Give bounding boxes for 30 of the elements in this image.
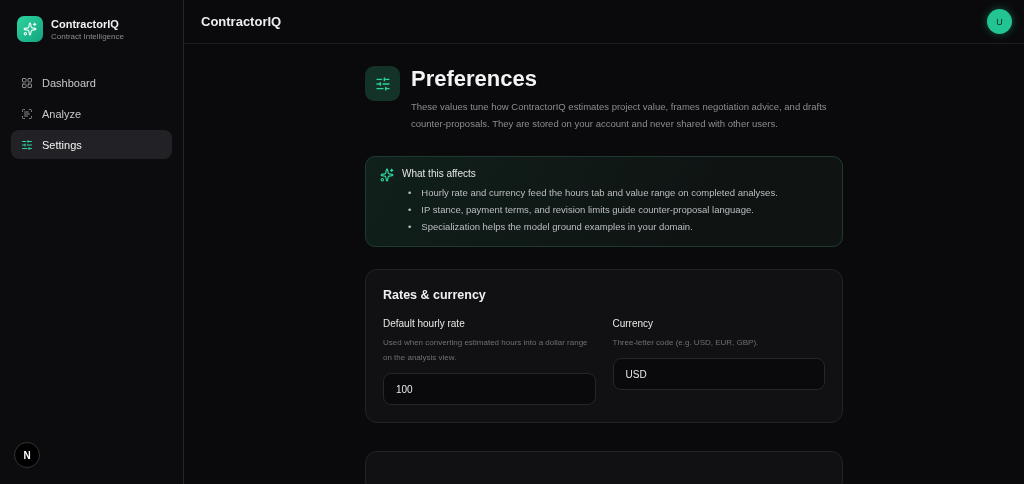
field-help: Used when converting estimated hours into a dollar range on the analysis view. bbox=[383, 337, 589, 364]
sliders-icon bbox=[365, 66, 400, 101]
info-title: What this affects bbox=[402, 168, 477, 179]
nav-item[interactable]: Settings bbox=[11, 130, 172, 159]
field-help: Three-letter code (e.g. USD, EUR, GBP). bbox=[612, 337, 760, 349]
sparkle-icon bbox=[380, 168, 394, 182]
bullet-marker: • bbox=[408, 220, 412, 234]
sliders-icon bbox=[21, 138, 33, 151]
sparkle-logo-icon bbox=[17, 16, 43, 42]
page-description: These values tune how ContractorIQ estimates project value, frames negotiation advice, and drafts counter-proposals. They are stored on your account and never shared with other users. bbox=[411, 100, 828, 131]
input-field[interactable]: 100 bbox=[383, 373, 596, 405]
input-field[interactable]: USD bbox=[612, 358, 825, 390]
page-title: Preferences bbox=[411, 66, 538, 92]
user-avatar[interactable]: U bbox=[987, 9, 1012, 34]
brand-tagline: Contract Intelligence bbox=[51, 31, 124, 41]
field-label: Currency bbox=[612, 318, 655, 329]
card-title: Rates & currency bbox=[383, 288, 487, 302]
info-bullet: IP stance, payment terms, and revision limits guide counter-proposal language. bbox=[421, 203, 754, 217]
nav-item[interactable]: Analyze bbox=[11, 99, 172, 128]
grid-icon bbox=[21, 76, 33, 89]
app-title: ContractorIQ bbox=[201, 14, 282, 29]
info-bullet: Hourly rate and currency feed the hours tab and value range on completed analyses. bbox=[421, 186, 778, 200]
bullet-marker: • bbox=[408, 186, 412, 200]
scan-icon bbox=[21, 107, 33, 120]
brand-name: ContractorIQ bbox=[51, 17, 120, 30]
bullet-marker: • bbox=[408, 203, 412, 217]
info-bullet: Specialization helps the model ground examples in your domain. bbox=[421, 220, 693, 234]
dev-badge[interactable]: N bbox=[14, 442, 40, 468]
nav-item[interactable]: Dashboard bbox=[11, 68, 172, 97]
field-label: Default hourly rate bbox=[383, 318, 466, 329]
